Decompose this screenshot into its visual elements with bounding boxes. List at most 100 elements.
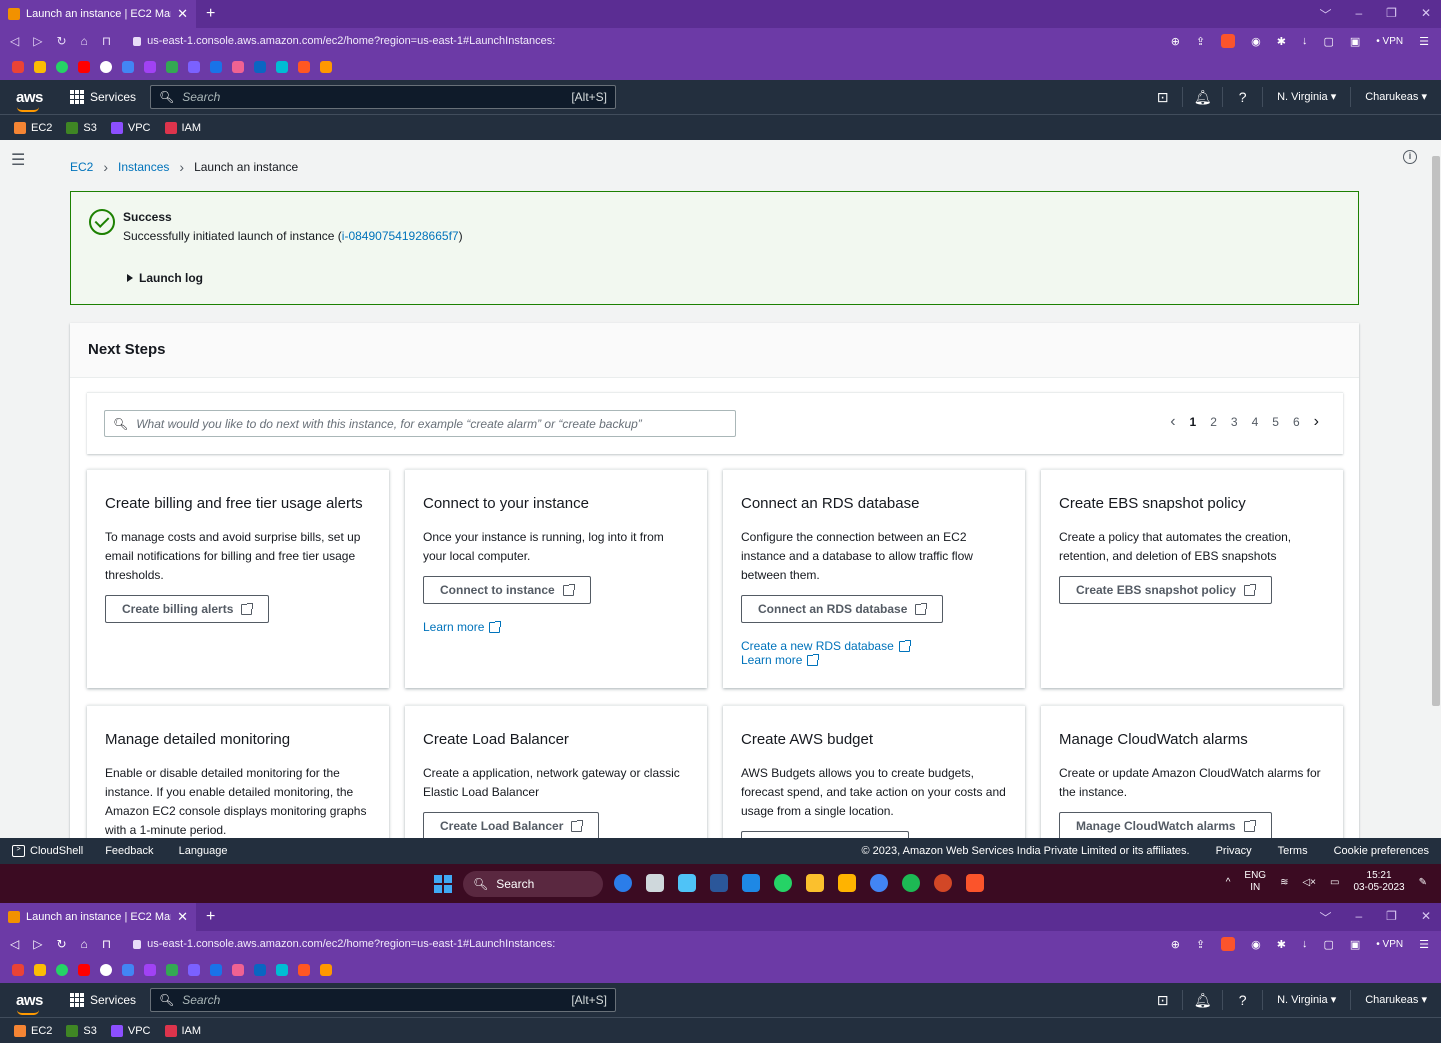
next-steps-search[interactable]: 🔍︎ [104, 410, 736, 437]
battery-icon[interactable]: ▭ [1330, 877, 1339, 888]
browser-tab[interactable]: Launch an instance | EC2 Manage ✕ [0, 0, 196, 28]
bing-icon[interactable] [614, 874, 632, 892]
favorite-ec2[interactable]: EC2 [14, 121, 52, 134]
tab-list-icon[interactable]: ﹀ [1319, 6, 1331, 23]
brave-icon[interactable] [966, 874, 984, 892]
github-bookmark-icon[interactable] [100, 61, 112, 73]
app4-bookmark-icon[interactable] [210, 61, 222, 73]
app7-bookmark-icon[interactable] [298, 964, 310, 976]
aws-logo[interactable]: aws [16, 992, 46, 1015]
linkedin-bookmark-icon[interactable] [254, 964, 266, 976]
share-icon[interactable]: ⇪ [1196, 35, 1205, 48]
favorite-s3[interactable]: S3 [66, 1024, 97, 1037]
gmail-bookmark-icon[interactable] [12, 964, 24, 976]
sidebar-icon[interactable]: ▢ [1323, 938, 1333, 951]
language-link[interactable]: Language [179, 845, 228, 857]
page-1[interactable]: 1 [1190, 415, 1197, 429]
app2-bookmark-icon[interactable] [166, 61, 178, 73]
zoom-icon[interactable]: ⊕ [1171, 938, 1180, 951]
app5-bookmark-icon[interactable] [232, 964, 244, 976]
favorite-vpc[interactable]: VPC [110, 1024, 151, 1037]
page-scrollbar[interactable] [1431, 148, 1440, 838]
wallet-icon[interactable]: ▣ [1350, 938, 1360, 951]
cloudshell-icon[interactable]: ⊡ [1143, 990, 1184, 1010]
account-menu[interactable]: Charukeas ▾ [1351, 87, 1427, 107]
app3-bookmark-icon[interactable] [188, 964, 200, 976]
word-icon[interactable] [710, 874, 728, 892]
scrollbar-thumb[interactable] [1432, 156, 1440, 706]
bell-icon[interactable]: 🔔︎ [1183, 990, 1224, 1010]
page-3[interactable]: 3 [1231, 415, 1238, 429]
favorite-s3[interactable]: S3 [66, 121, 97, 134]
create-billing-alerts-button[interactable]: Create billing alerts [105, 595, 270, 623]
extensions-icon[interactable]: ✱ [1277, 35, 1286, 48]
powerpoint-icon[interactable] [934, 874, 952, 892]
new-tab-button[interactable]: + [206, 5, 215, 23]
windows-start-icon[interactable] [434, 875, 452, 893]
next-page-icon[interactable]: › [1314, 413, 1319, 431]
tab-close-icon[interactable]: ✕ [177, 6, 188, 22]
breadcrumb-instances[interactable]: Instances [118, 160, 169, 174]
github-bookmark-icon[interactable] [100, 964, 112, 976]
page-5[interactable]: 5 [1272, 415, 1279, 429]
notification-icon[interactable]: ✎ [1419, 877, 1427, 888]
app3-bookmark-icon[interactable] [188, 61, 200, 73]
close-window-icon[interactable]: ✕ [1421, 909, 1431, 926]
app8-bookmark-icon[interactable] [320, 964, 332, 976]
account-menu[interactable]: Charukeas ▾ [1351, 990, 1427, 1010]
menu-icon[interactable]: ☰ [1419, 35, 1429, 48]
app6-bookmark-icon[interactable] [276, 964, 288, 976]
download-icon[interactable]: ↓ [1302, 35, 1308, 47]
photos-bookmark-icon[interactable] [34, 964, 46, 976]
help-icon[interactable]: ? [1223, 87, 1264, 107]
home-icon[interactable]: ⌂ [81, 937, 88, 951]
bookmark-icon[interactable]: ⊓ [102, 34, 111, 48]
chrome-icon[interactable] [870, 874, 888, 892]
vpn-button[interactable]: • VPN [1376, 36, 1403, 47]
notepad-icon[interactable] [678, 874, 696, 892]
app6-bookmark-icon[interactable] [276, 61, 288, 73]
store-icon[interactable] [742, 874, 760, 892]
reload-icon[interactable]: ↻ [56, 34, 66, 48]
info-panel-icon[interactable]: i [1403, 150, 1417, 164]
favorite-ec2[interactable]: EC2 [14, 1024, 52, 1037]
bookmark-icon[interactable]: ⊓ [102, 937, 111, 951]
create-load-balancer-button[interactable]: Create Load Balancer [423, 812, 600, 838]
app8-bookmark-icon[interactable] [320, 61, 332, 73]
region-selector[interactable]: N. Virginia ▾ [1263, 87, 1352, 107]
bell-icon[interactable]: 🔔︎ [1183, 87, 1224, 107]
services-menu-button[interactable]: Services [70, 993, 136, 1007]
reload-icon[interactable]: ↻ [56, 937, 66, 951]
back-icon[interactable]: ◁ [10, 937, 19, 951]
page-2[interactable]: 2 [1210, 415, 1217, 429]
vpn-button[interactable]: • VPN [1376, 939, 1403, 950]
minimize-icon[interactable]: – [1355, 909, 1362, 926]
language-indicator[interactable]: ENG IN [1244, 870, 1266, 894]
task-view-icon[interactable] [646, 874, 664, 892]
app-bookmark-icon[interactable] [144, 61, 156, 73]
youtube-bookmark-icon[interactable] [78, 964, 90, 976]
brave-shield-icon[interactable] [1221, 937, 1236, 951]
favorite-iam[interactable]: IAM [164, 1024, 201, 1037]
whatsapp-icon[interactable] [774, 874, 792, 892]
whatsapp-bookmark-icon[interactable] [56, 964, 68, 976]
clock[interactable]: 15:21 03-05-2023 [1353, 870, 1404, 894]
url-field[interactable]: us-east-1.console.aws.amazon.com/ec2/hom… [133, 938, 555, 950]
services-menu-button[interactable]: Services [70, 90, 136, 104]
linkedin-bookmark-icon[interactable] [254, 61, 266, 73]
learn-more-link[interactable]: Learn more [741, 653, 820, 667]
aws-search-input[interactable] [182, 993, 564, 1007]
connect-to-instance-button[interactable]: Connect to instance [423, 576, 591, 604]
create-rds-database-link[interactable]: Create a new RDS database [741, 639, 911, 653]
camera-icon[interactable]: ◉ [1251, 35, 1261, 48]
cookie-preferences-link[interactable]: Cookie preferences [1334, 845, 1429, 857]
taskbar-search[interactable]: 🔍︎ Search [463, 871, 603, 897]
camera-icon[interactable]: ◉ [1251, 938, 1261, 951]
spotify-icon[interactable] [902, 874, 920, 892]
feedback-link[interactable]: Feedback [105, 845, 153, 857]
manage-cloudwatch-alarms-button[interactable]: Manage CloudWatch alarms [1059, 812, 1272, 838]
aws-logo[interactable]: aws [16, 89, 46, 112]
app-icon[interactable] [838, 874, 856, 892]
connect-rds-database-button[interactable]: Connect an RDS database [741, 595, 944, 623]
wallet-icon[interactable]: ▣ [1350, 35, 1360, 48]
